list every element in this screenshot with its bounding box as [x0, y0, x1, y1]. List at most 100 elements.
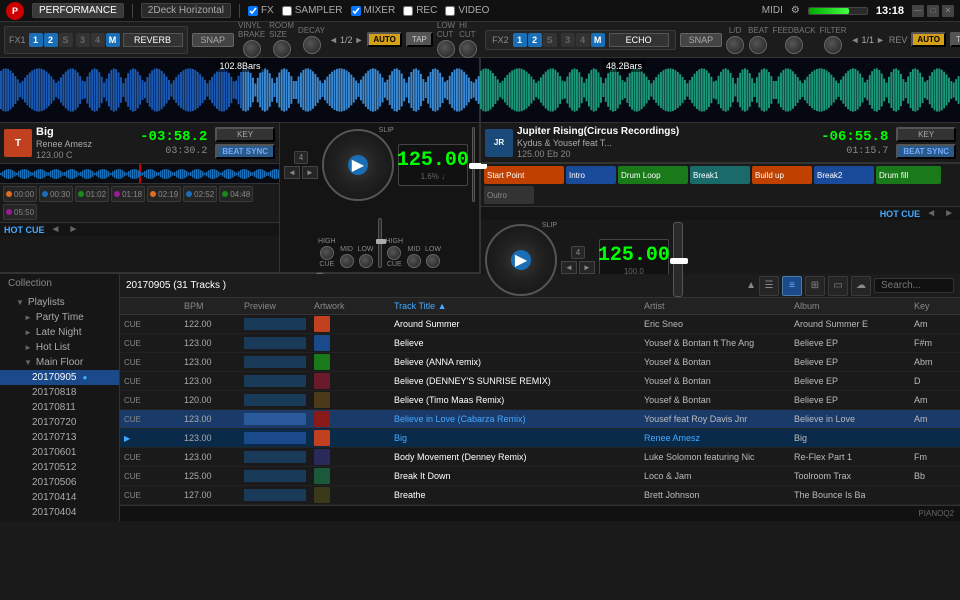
table-row[interactable]: CUE 123.00 Believe (DENNEY'S SUNRISE REM…: [120, 372, 960, 391]
sidebar-playlists-header[interactable]: ▼ Playlists: [0, 295, 119, 310]
deck1-platter[interactable]: ▶: [322, 129, 394, 201]
fx1-tap-btn[interactable]: TAP: [406, 32, 433, 47]
detail-view-btn[interactable]: ≡: [782, 276, 802, 296]
hc-startpoint[interactable]: Start Point: [484, 166, 564, 184]
table-row[interactable]: CUE 123.00 Believe Yousef & Bontan ft Th…: [120, 334, 960, 353]
cuepoint-0252[interactable]: 02:52: [183, 186, 217, 202]
deck2-sync-btn[interactable]: BEAT SYNC: [896, 144, 956, 159]
search-input[interactable]: [874, 278, 954, 293]
table-row[interactable]: CUE 123.00 Believe in Love (Cabarza Remi…: [120, 410, 960, 429]
th-key[interactable]: Key: [910, 300, 960, 312]
deck2-next-btn[interactable]: ►: [579, 261, 595, 274]
hc-drumfill[interactable]: Drum fill: [876, 166, 941, 184]
fx2-feedback-knob[interactable]: [785, 36, 803, 54]
th-preview[interactable]: Preview: [240, 300, 310, 312]
deck1-play-btn[interactable]: ▶: [348, 155, 368, 175]
deck1-pitch-slider[interactable]: [472, 127, 475, 202]
table-row[interactable]: CUE 123.00 Believe (ANNA remix) Yousef &…: [120, 353, 960, 372]
table-row[interactable]: CUE 123.00 Body Movement (Denney Remix) …: [120, 448, 960, 467]
fx-check[interactable]: FX: [248, 5, 274, 16]
channel-fader[interactable]: [378, 208, 382, 268]
window-controls[interactable]: — □ ✕: [912, 5, 954, 17]
table-row[interactable]: CUE 127.00 Breathe Brett Johnson The Bou…: [120, 486, 960, 505]
fx1-num-2[interactable]: 2: [44, 33, 58, 47]
fx2-filter-knob[interactable]: [824, 36, 842, 54]
mixer-check[interactable]: MIXER: [351, 5, 396, 16]
close-btn[interactable]: ✕: [942, 5, 954, 17]
sidebar-video[interactable]: ► Video: [0, 520, 119, 521]
fx2-mid-4[interactable]: 4: [576, 33, 590, 47]
cuepoint-0219[interactable]: 02:19: [147, 186, 181, 202]
hc-outro[interactable]: Outro: [484, 186, 534, 204]
cuepoint-0000[interactable]: 00:00: [3, 186, 37, 202]
minimize-btn[interactable]: —: [912, 5, 924, 17]
fx2-snap-btn[interactable]: SNAP: [680, 33, 723, 47]
table-row[interactable]: CUE 122.00 Around Summer Eric Sneo Aroun…: [120, 315, 960, 334]
fx1-snap-btn[interactable]: SNAP: [192, 33, 235, 47]
deck2-prev-btn[interactable]: ◄: [561, 261, 577, 274]
th-title[interactable]: Track Title ▲: [390, 300, 640, 312]
list-view-btn[interactable]: ☰: [759, 276, 779, 296]
deck1-hotcue-left[interactable]: ◄: [49, 224, 63, 235]
maximize-btn[interactable]: □: [927, 5, 939, 17]
cuepoint-0030[interactable]: 00:30: [39, 186, 73, 202]
fx2-mid-3[interactable]: 3: [561, 33, 575, 47]
fx1-decay-knob[interactable]: [303, 36, 321, 54]
sidebar-20170414[interactable]: 20170414: [0, 490, 119, 505]
eq-mid-knob[interactable]: [340, 254, 354, 268]
cloud-btn[interactable]: ☁: [851, 276, 871, 296]
sidebar-20170404[interactable]: 20170404: [0, 505, 119, 520]
fx2-num-2[interactable]: 2: [528, 33, 542, 47]
fx2-beat-knob[interactable]: [749, 36, 767, 54]
fx2-auto-btn[interactable]: AUTO: [911, 32, 946, 47]
artwork-view-btn[interactable]: ▭: [828, 276, 848, 296]
deck2-hotcue-right[interactable]: ►: [942, 208, 956, 219]
hc-drumloop[interactable]: Drum Loop: [618, 166, 688, 184]
deck1-hotcue-right[interactable]: ►: [66, 224, 80, 235]
performance-btn[interactable]: PERFORMANCE: [32, 3, 124, 18]
sidebar-late-night[interactable]: ► Late Night: [0, 325, 119, 340]
cuepoint-0448[interactable]: 04:48: [219, 186, 253, 202]
deck1-key-btn[interactable]: KEY: [215, 127, 275, 142]
hc-buildup[interactable]: Build up: [752, 166, 812, 184]
eq-high-knob[interactable]: [320, 246, 334, 260]
fx2-num-1[interactable]: 1: [513, 33, 527, 47]
hc-break2[interactable]: Break2: [814, 166, 874, 184]
rec-check[interactable]: REC: [403, 5, 437, 16]
fx1-hi-cut-knob[interactable]: [459, 40, 477, 58]
th-album[interactable]: Album: [790, 300, 910, 312]
fx2-mid-m[interactable]: M: [591, 33, 605, 47]
eq-low-knob[interactable]: [359, 254, 373, 268]
deck1-next-btn[interactable]: ►: [302, 166, 318, 179]
fx1-room-size-knob[interactable]: [273, 40, 291, 58]
sidebar-20170905[interactable]: 20170905 ●: [0, 370, 119, 385]
sidebar-20170811[interactable]: 20170811: [0, 400, 119, 415]
hc-intro[interactable]: Intro: [566, 166, 616, 184]
deck2-play-btn[interactable]: ▶: [511, 250, 531, 270]
fx1-low-cut-knob[interactable]: [437, 40, 455, 58]
sidebar-collection-header[interactable]: Collection: [0, 276, 119, 291]
deck2-key-btn[interactable]: KEY: [896, 127, 956, 142]
th-cue[interactable]: [120, 300, 180, 312]
sidebar-main-floor[interactable]: ▼ Main Floor: [0, 355, 119, 370]
grid-view-btn[interactable]: ⊞: [805, 276, 825, 296]
sidebar-20170720[interactable]: 20170720: [0, 415, 119, 430]
cuepoint-0550[interactable]: 05:50: [3, 204, 37, 220]
fx2-ld-knob[interactable]: [726, 36, 744, 54]
deck2-hotcue-left[interactable]: ◄: [924, 208, 938, 219]
fx2-tap-btn[interactable]: TAP: [950, 32, 960, 47]
table-row[interactable]: CUE 125.00 Break It Down Loco & Jam Tool…: [120, 467, 960, 486]
fx2-num-s[interactable]: S: [543, 33, 557, 47]
deck1-sync-btn[interactable]: BEAT SYNC: [215, 144, 275, 159]
video-check[interactable]: VIDEO: [445, 5, 489, 16]
table-row[interactable]: CUE 120.00 Believe (Timo Maas Remix) You…: [120, 391, 960, 410]
fx1-num-1[interactable]: 1: [29, 33, 43, 47]
sort-btn[interactable]: ▲: [746, 280, 756, 291]
fx1-auto-btn[interactable]: AUTO: [367, 32, 402, 47]
th-artwork[interactable]: Artwork: [310, 300, 390, 312]
hc-break1[interactable]: Break1: [690, 166, 750, 184]
deck2-platter[interactable]: ▶: [485, 224, 557, 296]
sidebar-20170512[interactable]: 20170512: [0, 460, 119, 475]
sidebar-party-time[interactable]: ► Party Time: [0, 310, 119, 325]
sidebar-20170506[interactable]: 20170506: [0, 475, 119, 490]
